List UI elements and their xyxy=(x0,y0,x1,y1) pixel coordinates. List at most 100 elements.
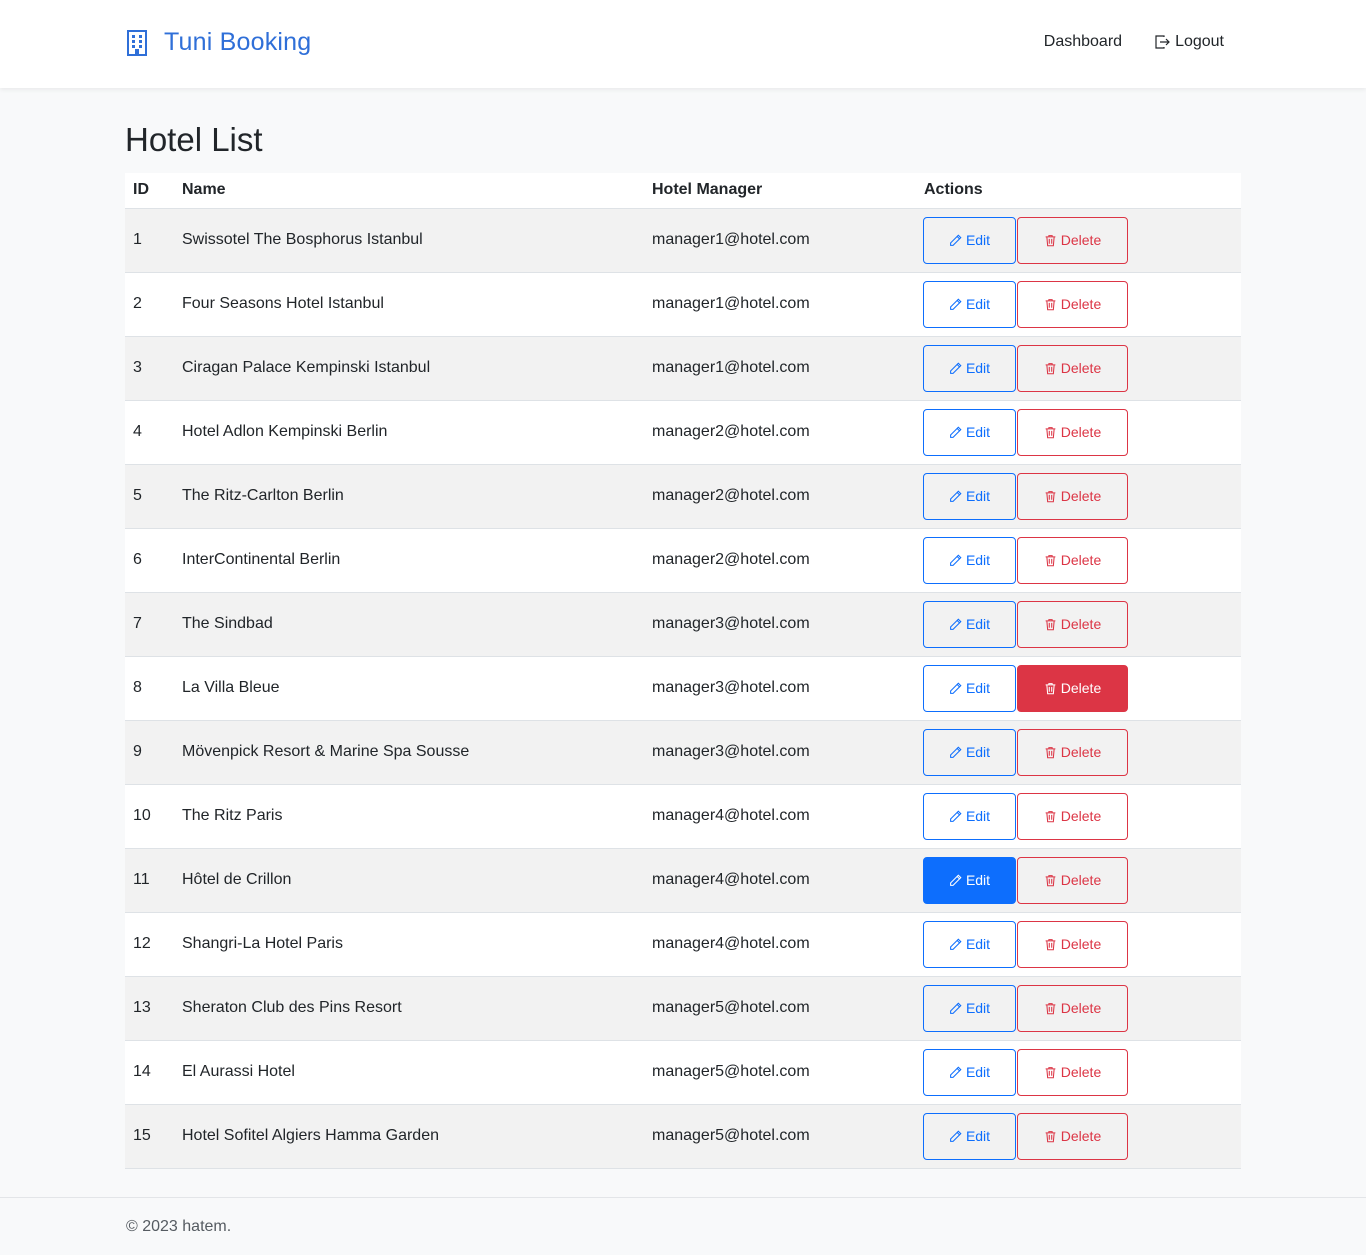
delete-button[interactable]: Delete xyxy=(1017,536,1128,584)
nav-dashboard-label: Dashboard xyxy=(1043,33,1123,50)
trash-icon xyxy=(1045,1002,1056,1014)
cell-name: The Sindbad xyxy=(174,592,644,656)
edit-button[interactable]: Edit xyxy=(923,920,1016,968)
delete-label: Delete xyxy=(1060,872,1102,888)
trash-icon xyxy=(1045,362,1056,374)
edit-button[interactable]: Edit xyxy=(923,792,1016,840)
pencil-icon xyxy=(950,233,962,246)
main-content: Hotel List ID Name Hotel Manager Actions… xyxy=(125,88,1241,1169)
table-header-row: ID Name Hotel Manager Actions xyxy=(125,173,1241,209)
footer-copyright: © 2023 hatem. xyxy=(126,1218,232,1235)
table-row: 5 The Ritz-Carlton Berlin manager2@hotel.c… xyxy=(125,464,1241,528)
trash-icon xyxy=(1045,490,1056,502)
delete-button[interactable]: Delete xyxy=(1017,344,1128,392)
cell-actions: Edit Delete xyxy=(916,848,1241,912)
pencil-icon xyxy=(950,1065,962,1078)
cell-name: Hotel Sofitel Algiers Hamma Garden xyxy=(174,1104,644,1168)
cell-manager: manager4@hotel.com xyxy=(644,848,916,912)
delete-button[interactable]: Delete xyxy=(1017,792,1128,840)
delete-button[interactable]: Delete xyxy=(1017,984,1128,1032)
cell-id: 1 xyxy=(125,208,174,272)
delete-button[interactable]: Delete xyxy=(1017,280,1128,328)
pencil-icon xyxy=(950,809,962,822)
cell-manager: manager3@hotel.com xyxy=(644,720,916,784)
header-manager: Hotel Manager xyxy=(644,173,916,209)
footer: © 2023 hatem. xyxy=(0,1197,1366,1255)
delete-button[interactable]: Delete xyxy=(1017,600,1128,648)
edit-button[interactable]: Edit xyxy=(923,1048,1016,1096)
delete-label: Delete xyxy=(1060,424,1102,440)
cell-actions: Edit Delete xyxy=(916,720,1241,784)
edit-label: Edit xyxy=(965,232,991,248)
trash-icon xyxy=(1045,682,1056,694)
logout-icon xyxy=(1155,35,1170,49)
table-row: 10 The Ritz Paris manager4@hotel.com Edit De… xyxy=(125,784,1241,848)
edit-button[interactable]: Edit xyxy=(923,600,1016,648)
delete-button[interactable]: Delete xyxy=(1017,472,1128,520)
nav-dashboard-link[interactable]: Dashboard xyxy=(1044,33,1122,51)
cell-name: The Ritz-Carlton Berlin xyxy=(174,464,644,528)
trash-icon xyxy=(1045,874,1056,886)
cell-actions: Edit Delete xyxy=(916,1040,1241,1104)
table-row: 1 Swissotel The Bosphorus Istanbul manager… xyxy=(125,208,1241,272)
pencil-icon xyxy=(950,681,962,694)
cell-name: Ciragan Palace Kempinski Istanbul xyxy=(174,336,644,400)
edit-button[interactable]: Edit xyxy=(923,536,1016,584)
header-actions: Actions xyxy=(916,173,1241,209)
delete-label: Delete xyxy=(1060,808,1102,824)
delete-button[interactable]: Delete xyxy=(1017,408,1128,456)
edit-button[interactable]: Edit xyxy=(923,216,1016,264)
pencil-icon xyxy=(950,617,962,630)
cell-actions: Edit Delete xyxy=(916,1104,1241,1168)
edit-button[interactable]: Edit xyxy=(923,664,1016,712)
trash-icon xyxy=(1045,810,1056,822)
pencil-icon xyxy=(950,553,962,566)
edit-button[interactable]: Edit xyxy=(923,856,1016,904)
cell-id: 4 xyxy=(125,400,174,464)
cell-manager: manager1@hotel.com xyxy=(644,336,916,400)
edit-button[interactable]: Edit xyxy=(923,408,1016,456)
delete-label: Delete xyxy=(1060,1128,1102,1144)
cell-id: 12 xyxy=(125,912,174,976)
pencil-icon xyxy=(950,361,962,374)
edit-label: Edit xyxy=(965,872,991,888)
delete-label: Delete xyxy=(1060,1064,1102,1080)
trash-icon xyxy=(1045,426,1056,438)
edit-label: Edit xyxy=(965,680,991,696)
edit-button[interactable]: Edit xyxy=(923,728,1016,776)
delete-button[interactable]: Delete xyxy=(1017,664,1128,712)
delete-button[interactable]: Delete xyxy=(1017,1048,1128,1096)
cell-manager: manager4@hotel.com xyxy=(644,784,916,848)
pencil-icon xyxy=(950,873,962,886)
edit-button[interactable]: Edit xyxy=(923,1112,1016,1160)
cell-actions: Edit Delete xyxy=(916,400,1241,464)
cell-manager: manager5@hotel.com xyxy=(644,1040,916,1104)
delete-button[interactable]: Delete xyxy=(1017,216,1128,264)
edit-label: Edit xyxy=(965,808,991,824)
delete-button[interactable]: Delete xyxy=(1017,856,1128,904)
cell-manager: manager4@hotel.com xyxy=(644,912,916,976)
table-row: 15 Hotel Sofitel Algiers Hamma Garden mana… xyxy=(125,1104,1241,1168)
trash-icon xyxy=(1045,938,1056,950)
edit-label: Edit xyxy=(965,1000,991,1016)
delete-button[interactable]: Delete xyxy=(1017,1112,1128,1160)
edit-label: Edit xyxy=(965,296,991,312)
cell-name: Four Seasons Hotel Istanbul xyxy=(174,272,644,336)
delete-label: Delete xyxy=(1060,552,1102,568)
edit-label: Edit xyxy=(965,488,991,504)
nav-logout-link[interactable]: Logout xyxy=(1154,33,1224,51)
edit-button[interactable]: Edit xyxy=(923,280,1016,328)
trash-icon xyxy=(1045,1130,1056,1142)
cell-name: Hotel Adlon Kempinski Berlin xyxy=(174,400,644,464)
trash-icon xyxy=(1045,746,1056,758)
edit-button[interactable]: Edit xyxy=(923,472,1016,520)
delete-button[interactable]: Delete xyxy=(1017,920,1128,968)
brand-link[interactable]: Tuni Booking xyxy=(126,28,311,57)
cell-name: Hôtel de Crillon xyxy=(174,848,644,912)
edit-button[interactable]: Edit xyxy=(923,984,1016,1032)
delete-button[interactable]: Delete xyxy=(1017,728,1128,776)
cell-manager: manager1@hotel.com xyxy=(644,208,916,272)
cell-id: 13 xyxy=(125,976,174,1040)
delete-label: Delete xyxy=(1060,616,1102,632)
edit-button[interactable]: Edit xyxy=(923,344,1016,392)
